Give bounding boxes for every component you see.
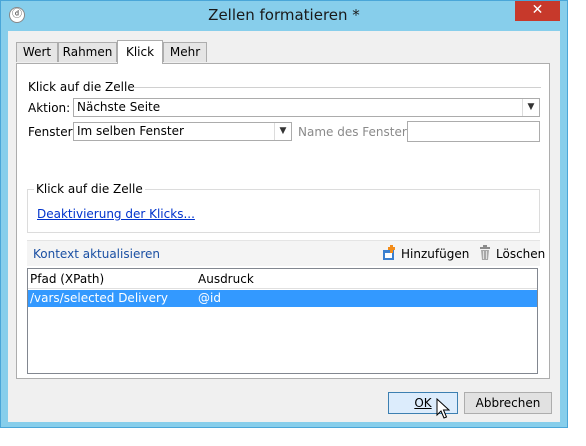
add-button[interactable]: Hinzufügen [401,247,469,261]
tab-panel-klick: Klick auf die Zelle Aktion: Nächste Seit… [16,63,550,379]
action-select[interactable]: Nächste Seite ▼ [73,98,540,117]
dialog-client-area: Wert Rahmen Klick Mehr Klick auf die Zel… [8,31,560,422]
window-select-value: Im selben Fenster [77,124,184,138]
title-bar[interactable]: ⓓ Zellen formatieren * ✕ [1,1,567,31]
close-button[interactable]: ✕ [515,1,560,21]
tab-wert[interactable]: Wert [16,42,58,62]
cell-expression: @id [198,291,221,305]
section-divider [133,87,541,88]
delete-button[interactable]: Löschen [496,247,545,261]
trash-icon[interactable] [477,245,493,261]
section-title-click: Klick auf die Zelle [28,80,135,94]
dialog-window: ⓓ Zellen formatieren * ✕ Wert Rahmen Kli… [0,0,568,428]
window-title: Zellen formatieren * [208,6,360,24]
action-select-value: Nächste Seite [77,100,161,114]
mouse-cursor-icon [436,398,450,419]
column-header-expression[interactable]: Ausdruck [198,272,254,286]
window-name-input[interactable] [407,121,540,142]
cancel-button-label: Abbrechen [475,396,541,410]
chevron-down-icon[interactable]: ▼ [522,99,539,116]
window-label: Fenster: [28,125,77,139]
cell-path: /vars/selected Delivery [30,291,169,305]
xpath-grid[interactable]: Pfad (XPath) Ausdruck /vars/selected Del… [27,268,538,374]
disable-clicks-link[interactable]: Deaktivierung der Klicks... [37,207,195,221]
cancel-button[interactable]: Abbrechen [464,392,552,414]
tab-klick[interactable]: Klick [117,40,163,64]
action-label: Aktion: [28,101,71,115]
window-select[interactable]: Im selben Fenster ▼ [73,122,292,141]
ok-button-label: OK [414,396,432,410]
grid-header: Pfad (XPath) Ausdruck [28,269,537,289]
window-name-label: Name des Fensters: [298,125,418,139]
tab-mehr[interactable]: Mehr [163,42,207,62]
chevron-down-icon[interactable]: ▼ [274,123,291,140]
add-icon[interactable] [381,245,397,261]
click-groupbox: Klick auf die Zelle Deaktivierung der Kl… [27,182,540,233]
table-row[interactable]: /vars/selected Delivery @id [28,290,537,307]
tab-rahmen[interactable]: Rahmen [58,42,117,62]
column-header-path[interactable]: Pfad (XPath) [30,272,104,286]
context-toolbar: Kontext aktualisieren Hinzufügen Löschen [27,240,545,266]
refresh-context-link[interactable]: Kontext aktualisieren [33,247,160,261]
groupbox-title: Klick auf die Zelle [34,182,145,196]
